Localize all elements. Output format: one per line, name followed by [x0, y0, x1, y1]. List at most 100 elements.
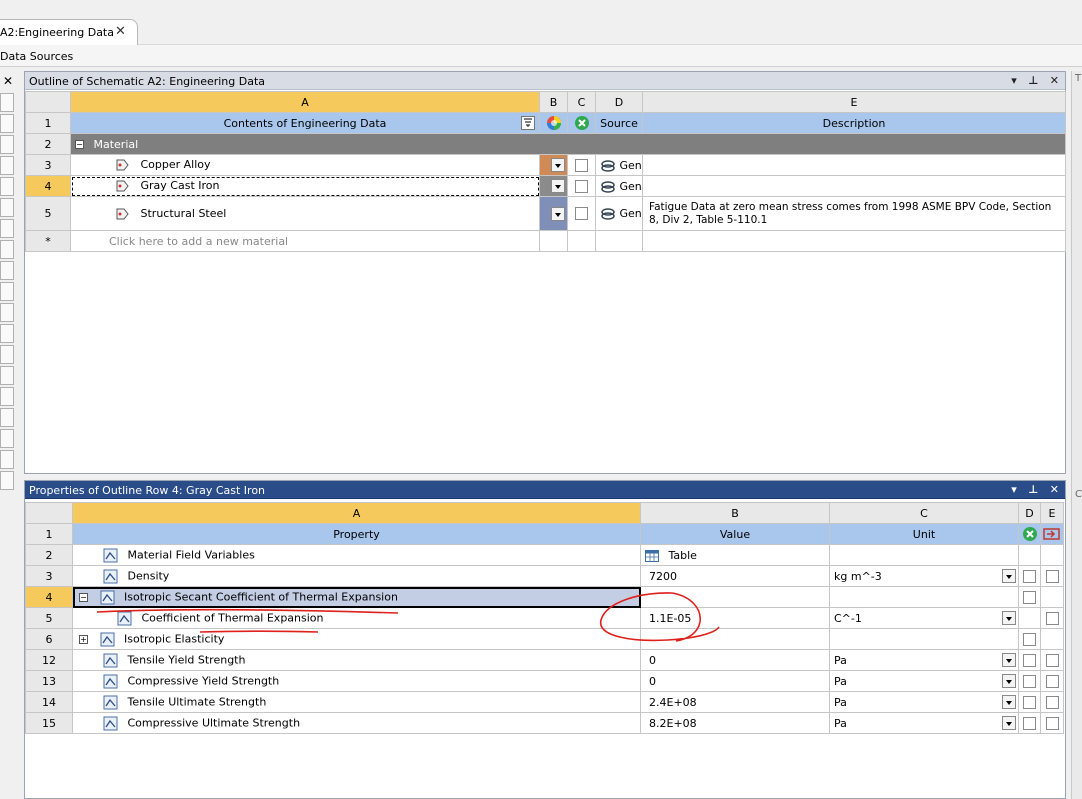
- parameter-cell[interactable]: [1040, 691, 1064, 713]
- row-number[interactable]: 2: [25, 544, 73, 566]
- toolbox-item[interactable]: [0, 93, 14, 112]
- checkbox[interactable]: [1023, 569, 1036, 583]
- unit-cell[interactable]: [829, 586, 1019, 608]
- color-cell[interactable]: [539, 196, 568, 231]
- checkbox[interactable]: [1023, 716, 1036, 730]
- unit-cell[interactable]: Pa: [829, 670, 1019, 692]
- suppress-cell[interactable]: [1018, 649, 1041, 671]
- property-name-cell[interactable]: Tensile Yield Strength: [72, 649, 641, 671]
- dropdown-icon[interactable]: [1002, 695, 1016, 709]
- row-number[interactable]: 6: [25, 628, 73, 650]
- property-name-cell[interactable]: − Isotropic Secant Coefficient of Therma…: [72, 586, 641, 608]
- source-cell[interactable]: Gen: [595, 175, 643, 197]
- description-cell[interactable]: [642, 175, 1066, 197]
- checkbox[interactable]: [1045, 695, 1059, 709]
- suppress-cell[interactable]: [1018, 712, 1041, 734]
- row-number[interactable]: 3: [25, 154, 71, 176]
- close-icon[interactable]: ✕: [115, 24, 126, 39]
- toolbox-item[interactable]: [0, 450, 14, 469]
- engineering-data-tab[interactable]: A2:Engineering Data ✕: [0, 19, 138, 45]
- row-number[interactable]: 13: [25, 670, 73, 692]
- parameter-cell[interactable]: [1040, 607, 1064, 629]
- property-name-cell[interactable]: Tensile Ultimate Strength: [72, 691, 641, 713]
- checkbox[interactable]: [1045, 611, 1059, 625]
- row-number[interactable]: 4: [25, 586, 73, 608]
- row-number[interactable]: 1: [25, 112, 71, 134]
- property-name-cell[interactable]: Compressive Yield Strength: [72, 670, 641, 692]
- dropdown-icon[interactable]: [551, 179, 565, 193]
- property-row[interactable]: 12 Tensile Yield Strength 0 Pa: [25, 649, 1064, 671]
- toolbox-item[interactable]: [0, 198, 14, 217]
- description-cell[interactable]: Fatigue Data at zero mean stress comes f…: [642, 196, 1066, 231]
- suppress-cell[interactable]: [567, 154, 596, 176]
- corner-cell[interactable]: [25, 91, 71, 113]
- checkbox[interactable]: [1023, 674, 1036, 688]
- source-cell[interactable]: Gen: [595, 154, 643, 176]
- toolbox-item[interactable]: [0, 114, 14, 133]
- row-number[interactable]: *: [25, 230, 71, 252]
- property-row[interactable]: 5 Coefficient of Thermal Expansion 1.1E-…: [25, 607, 1064, 629]
- close-icon[interactable]: ✕: [3, 74, 13, 88]
- close-icon[interactable]: ✕: [1050, 483, 1059, 496]
- suppress-cell[interactable]: [1018, 628, 1041, 650]
- row-number[interactable]: 1: [25, 523, 73, 545]
- checkbox[interactable]: [1023, 695, 1036, 709]
- unit-cell[interactable]: Pa: [829, 691, 1019, 713]
- checkbox[interactable]: [1023, 590, 1036, 604]
- checkbox[interactable]: [1045, 653, 1059, 667]
- sort-icon[interactable]: [521, 116, 535, 130]
- column-header-e[interactable]: E: [1040, 502, 1064, 524]
- dropdown-icon[interactable]: ▾: [1011, 74, 1017, 87]
- property-row[interactable]: 13 Compressive Yield Strength 0 Pa: [25, 670, 1064, 692]
- column-header-c[interactable]: C: [567, 91, 596, 113]
- checkbox[interactable]: [575, 179, 588, 193]
- property-row[interactable]: 2 Material Field Variables Table: [25, 544, 1064, 566]
- data-sources-button[interactable]: Data Sources: [0, 50, 73, 63]
- property-name-cell[interactable]: + Isotropic Elasticity: [72, 628, 641, 650]
- property-row[interactable]: 3 Density 7200 kg m^-3: [25, 565, 1064, 587]
- toolbox-item[interactable]: [0, 387, 14, 406]
- pin-icon[interactable]: ⊥: [1028, 74, 1038, 87]
- column-header-c[interactable]: C: [829, 502, 1019, 524]
- toolbox-item[interactable]: [0, 177, 14, 196]
- suppress-cell[interactable]: [567, 175, 596, 197]
- column-header-d[interactable]: D: [595, 91, 643, 113]
- collapse-icon[interactable]: −: [75, 140, 84, 149]
- right-panel-label[interactable]: T: [1075, 73, 1081, 84]
- parameter-cell[interactable]: [1040, 649, 1064, 671]
- unit-cell[interactable]: Pa: [829, 649, 1019, 671]
- row-number[interactable]: 15: [25, 712, 73, 734]
- dropdown-icon[interactable]: [1002, 653, 1016, 667]
- row-number[interactable]: 14: [25, 691, 73, 713]
- material-name-cell[interactable]: Gray Cast Iron: [70, 175, 540, 197]
- material-row-selected[interactable]: 4 Gray Cast Iron Gen: [25, 175, 1066, 197]
- property-group-row-selected[interactable]: 4 − Isotropic Secant Coefficient of Ther…: [25, 586, 1064, 608]
- suppress-cell[interactable]: [1018, 586, 1041, 608]
- column-header-a[interactable]: A: [70, 91, 540, 113]
- material-name-cell[interactable]: Copper Alloy: [70, 154, 540, 176]
- source-cell[interactable]: Gen: [595, 196, 643, 231]
- dropdown-icon[interactable]: [1002, 674, 1016, 688]
- pin-icon[interactable]: ⊥: [1028, 483, 1038, 496]
- unit-cell[interactable]: kg m^-3: [829, 565, 1019, 587]
- row-number[interactable]: 3: [25, 565, 73, 587]
- unit-cell[interactable]: [829, 628, 1019, 650]
- add-material-row[interactable]: * Click here to add a new material: [25, 230, 1066, 252]
- description-cell[interactable]: [642, 154, 1066, 176]
- dropdown-icon[interactable]: [1002, 569, 1016, 583]
- row-number[interactable]: 5: [25, 607, 73, 629]
- column-header-b[interactable]: B: [640, 502, 830, 524]
- dropdown-icon[interactable]: [1002, 611, 1016, 625]
- toolbox-item[interactable]: [0, 240, 14, 259]
- checkbox[interactable]: [1045, 716, 1059, 730]
- suppress-cell[interactable]: [1018, 670, 1041, 692]
- column-header-a[interactable]: A: [72, 502, 641, 524]
- column-header-d[interactable]: D: [1018, 502, 1041, 524]
- property-group-row[interactable]: 6 + Isotropic Elasticity: [25, 628, 1064, 650]
- toolbox-item[interactable]: [0, 156, 14, 175]
- parameter-cell[interactable]: [1040, 712, 1064, 734]
- checkbox[interactable]: [575, 207, 588, 221]
- expand-icon[interactable]: +: [79, 634, 88, 644]
- close-icon[interactable]: ✕: [1050, 74, 1059, 87]
- row-number[interactable]: 5: [25, 196, 71, 231]
